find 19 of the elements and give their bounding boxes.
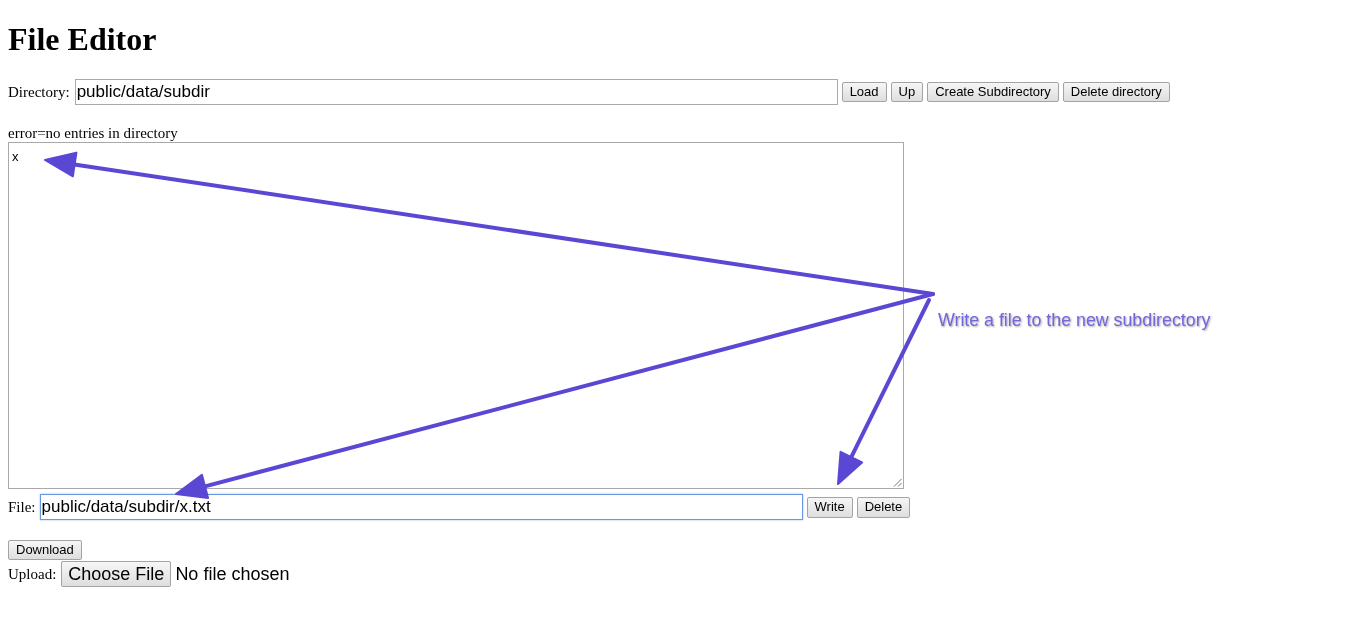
annotation-label: Write a file to the new subdirectory	[938, 310, 1211, 330]
directory-label: Directory:	[8, 83, 70, 101]
delete-button[interactable]: Delete	[856, 496, 911, 518]
file-status-text: No file chosen	[175, 563, 290, 585]
file-label: File:	[8, 498, 36, 516]
delete-directory-button[interactable]: Delete directory	[1062, 82, 1170, 102]
download-button[interactable]: Download	[8, 540, 82, 560]
file-path-input[interactable]: public/data/subdir/x.txt	[39, 494, 803, 520]
write-button[interactable]: Write	[806, 496, 853, 518]
load-button[interactable]: Load	[841, 82, 887, 102]
editor-textarea[interactable]: x	[8, 142, 904, 489]
resize-grip-icon[interactable]	[893, 478, 902, 487]
choose-file-button[interactable]: Choose File	[61, 561, 172, 587]
create-subdirectory-button[interactable]: Create Subdirectory	[927, 82, 1059, 102]
upload-label: Upload:	[8, 565, 57, 583]
page-title: File Editor	[8, 21, 158, 58]
up-button[interactable]: Up	[890, 82, 924, 102]
error-message: error=no entries in directory	[8, 125, 179, 142]
directory-input[interactable]: public/data/subdir	[74, 79, 838, 105]
